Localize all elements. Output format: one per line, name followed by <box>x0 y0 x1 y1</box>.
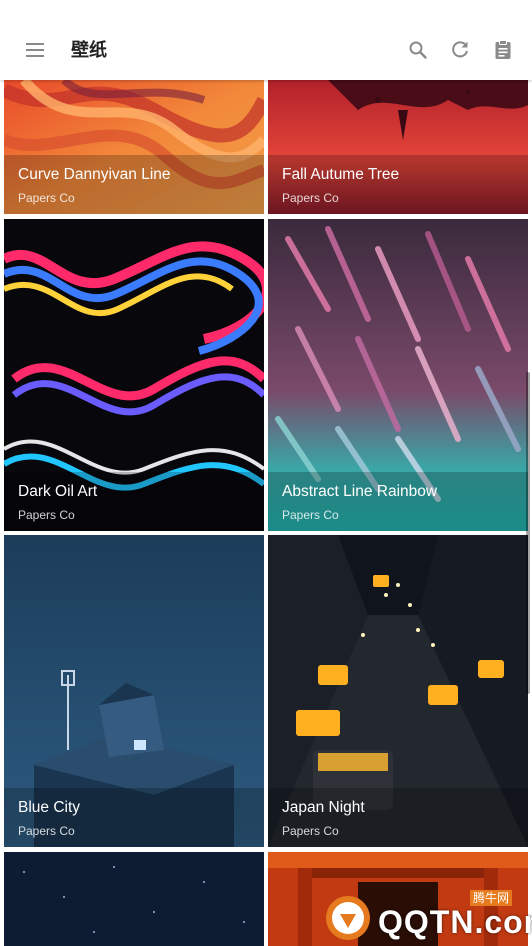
search-icon[interactable] <box>406 38 430 62</box>
wallpaper-title: Japan Night <box>282 799 365 816</box>
qqtn-logo-icon <box>326 896 370 940</box>
watermark: QQTN.com 腾牛网 <box>322 890 532 942</box>
app-bar: 壁纸 <box>0 0 532 80</box>
clipboard-icon[interactable] <box>491 38 515 62</box>
wallpaper-card[interactable]: Abstract Line Rainbow Papers Co <box>268 219 528 531</box>
wallpaper-title: Blue City <box>18 799 81 816</box>
watermark-subtext: 腾牛网 <box>470 890 513 906</box>
wallpaper-title: Dark Oil Art <box>18 483 98 500</box>
scrollbar[interactable] <box>526 372 530 694</box>
page-title: 壁纸 <box>71 40 107 61</box>
wallpaper-author: Papers Co <box>18 824 75 838</box>
card-caption: Curve Dannyivan Line Papers Co <box>4 155 264 214</box>
refresh-icon[interactable] <box>448 38 472 62</box>
wallpaper-author: Papers Co <box>282 508 339 522</box>
wallpaper-card[interactable]: Fall Autume Tree Papers Co <box>268 80 528 214</box>
card-caption: Abstract Line Rainbow Papers Co <box>268 472 528 531</box>
wallpaper-card[interactable]: Japan Night Papers Co <box>268 535 528 847</box>
wallpaper-author: Papers Co <box>18 508 75 522</box>
wallpaper-author: Papers Co <box>282 824 339 838</box>
wallpaper-title: Curve Dannyivan Line <box>18 166 171 183</box>
card-caption: Japan Night Papers Co <box>268 788 528 847</box>
wallpaper-title: Abstract Line Rainbow <box>282 483 438 500</box>
card-caption: Dark Oil Art Papers Co <box>4 472 264 531</box>
wallpaper-author: Papers Co <box>18 191 75 205</box>
card-caption: Blue City Papers Co <box>4 788 264 847</box>
wallpaper-card[interactable] <box>4 852 264 946</box>
watermark-text: QQTN.com <box>378 904 532 940</box>
card-caption: Fall Autume Tree Papers Co <box>268 155 528 214</box>
wallpaper-card[interactable]: Blue City Papers Co <box>4 535 264 847</box>
wallpaper-card[interactable]: Curve Dannyivan Line Papers Co <box>4 80 264 214</box>
wallpaper-card[interactable]: Dark Oil Art Papers Co <box>4 219 264 531</box>
hamburger-menu-icon[interactable] <box>22 38 48 62</box>
wallpaper-title: Fall Autume Tree <box>282 166 400 183</box>
wallpaper-thumbnail <box>4 852 264 946</box>
wallpaper-author: Papers Co <box>282 191 339 205</box>
wallpaper-grid: Curve Dannyivan Line Papers Co Fall Autu… <box>0 80 532 946</box>
